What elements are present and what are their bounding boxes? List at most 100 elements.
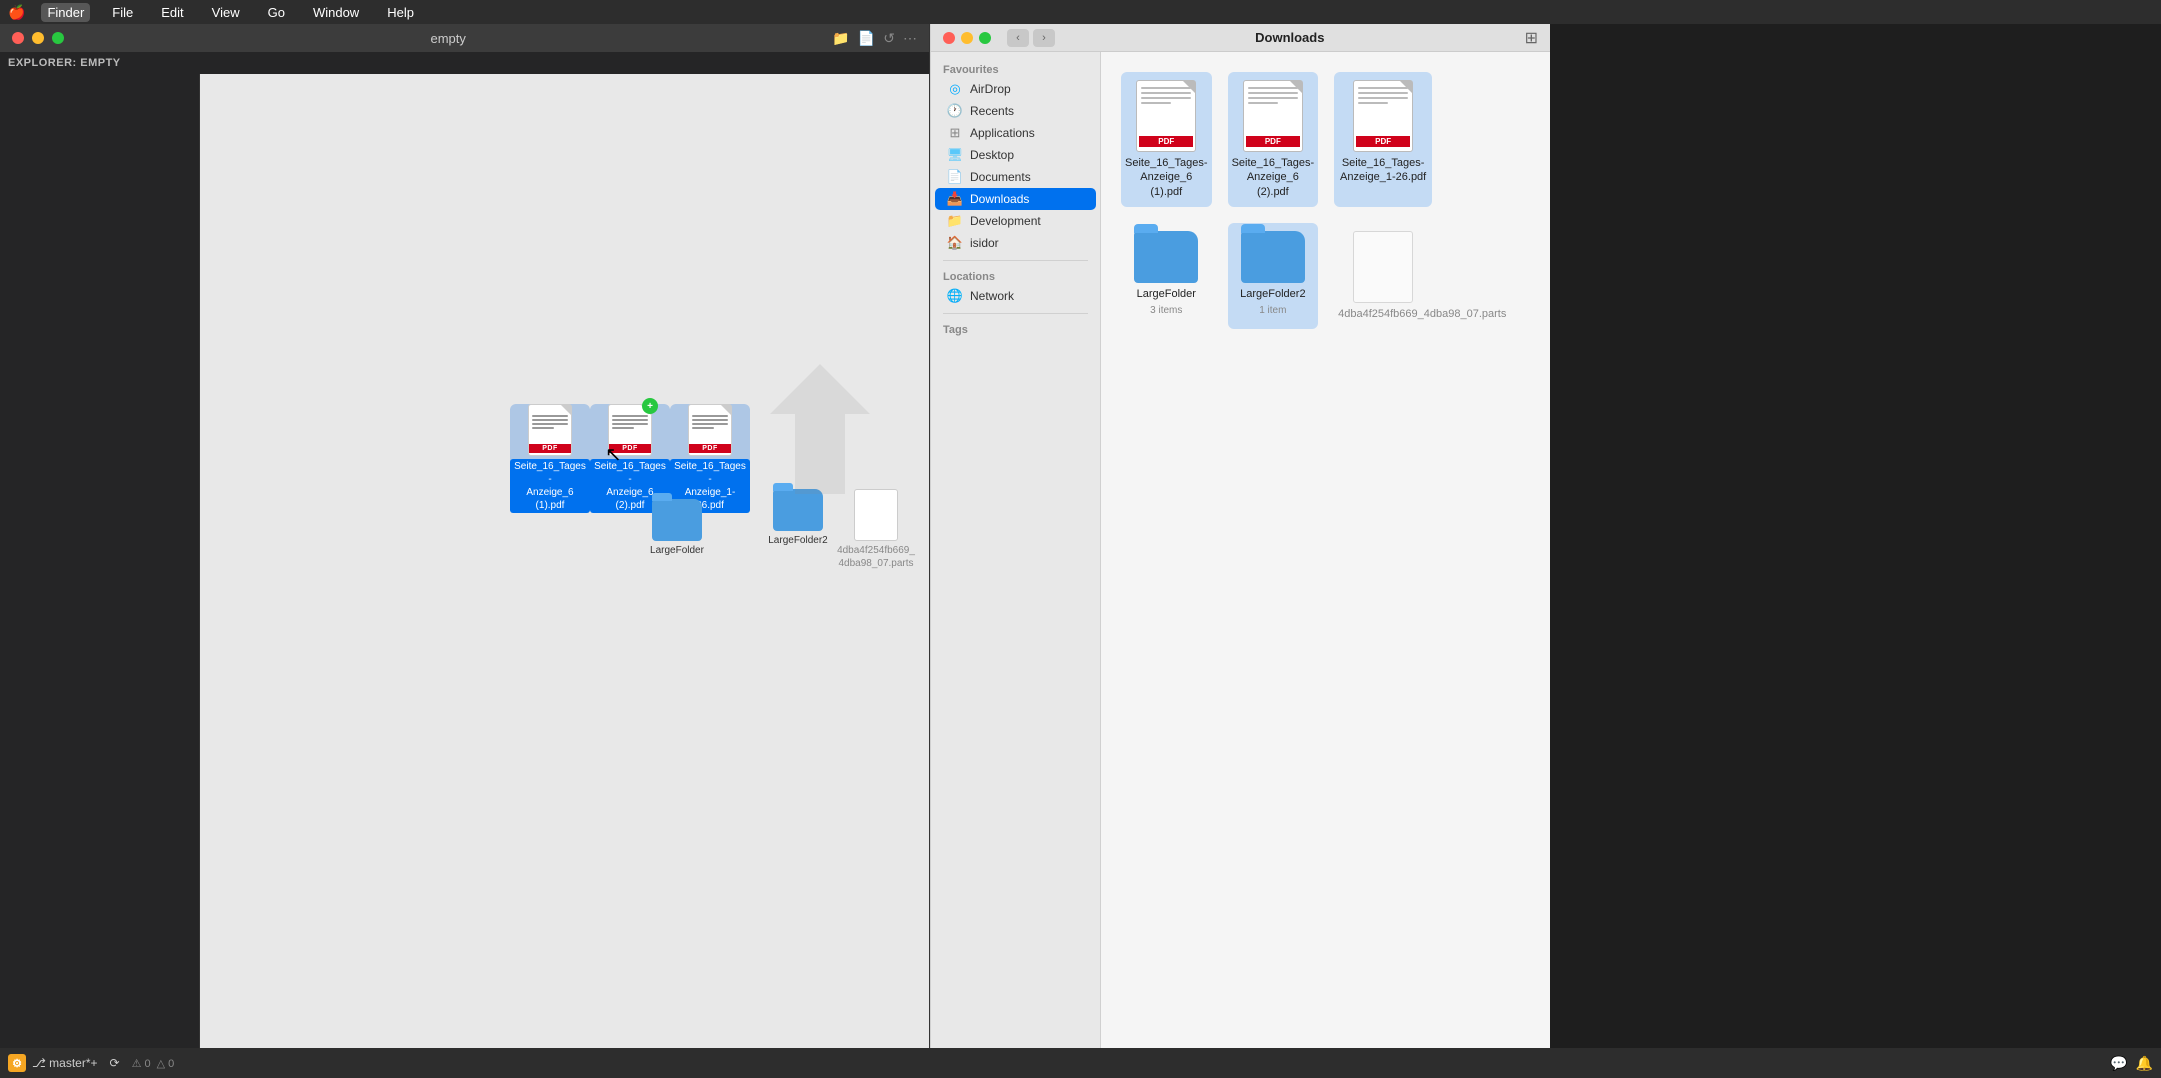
finder-folder1-sublabel: 3 items <box>1150 305 1182 316</box>
finder-tl-red[interactable] <box>943 32 955 44</box>
traffic-light-yellow[interactable] <box>32 32 44 44</box>
sidebar-item-applications[interactable]: ⊞ Applications <box>935 122 1096 144</box>
network-icon: 🌐 <box>947 288 963 304</box>
sidebar-item-downloads[interactable]: 📥 Downloads <box>935 188 1096 210</box>
taskbar-warnings-badge[interactable]: △ 0 <box>157 1057 175 1070</box>
pdf1-icon: PDF <box>528 404 572 456</box>
traffic-light-red[interactable] <box>12 32 24 44</box>
sidebar-separator <box>943 260 1088 261</box>
finder-pdf3[interactable]: PDF Seite_16_Tages-Anzeige_1-26.pdf <box>1334 72 1432 207</box>
taskbar-bell-icon[interactable]: 🔔 <box>2136 1055 2153 1072</box>
collapse-icon[interactable]: ⋯ <box>903 30 917 47</box>
finder-title: Downloads <box>1063 30 1517 45</box>
finder-folder2-label: LargeFolder2 <box>1240 287 1305 301</box>
pdf3-badge: PDF <box>689 444 731 453</box>
finder-drag-area[interactable]: PDF Seite_16_Tages-Anzeige_6 (1).pdf <box>200 74 929 1048</box>
finder-pdf2[interactable]: PDF Seite_16_Tages-Anzeige_6 (2).pdf <box>1228 72 1319 207</box>
taskbar-errors-badge[interactable]: ⚠ 0 <box>132 1057 151 1070</box>
vscode-content: PDF Seite_16_Tages-Anzeige_6 (1).pdf <box>0 74 929 1048</box>
apple-menu[interactable]: 🍎 <box>8 4 25 21</box>
menubar-window[interactable]: Window <box>307 3 365 22</box>
explorer-label: EXPLORER: EMPTY <box>8 57 121 69</box>
finder-tl-green[interactable] <box>979 32 991 44</box>
menubar-file[interactable]: File <box>106 3 139 22</box>
finder-pdf2-badge: PDF <box>1246 136 1300 147</box>
vscode-top-bar: EXPLORER: EMPTY <box>0 52 929 74</box>
sidebar-applications-label: Applications <box>970 126 1035 140</box>
vscode-sidebar <box>0 74 200 1048</box>
finder-partial-icon <box>1353 231 1413 303</box>
sidebar-item-documents[interactable]: 📄 Documents <box>935 166 1096 188</box>
sidebar-item-isidor[interactable]: 🏠 isidor <box>935 232 1096 254</box>
sidebar-development-label: Development <box>970 214 1041 228</box>
taskbar-vscode-icon: ⚙ <box>8 1054 26 1072</box>
sidebar-item-recents[interactable]: 🕐 Recents <box>935 100 1096 122</box>
finder-titlebar: ‹ › Downloads ⊞ <box>931 24 1550 52</box>
taskbar-branch-label[interactable]: ⎇ master*+ <box>32 1056 98 1070</box>
isidor-icon: 🏠 <box>947 235 963 251</box>
finder-folder1-icon <box>1134 231 1198 283</box>
menubar-help[interactable]: Help <box>381 3 420 22</box>
drag-pdf3[interactable]: PDF Seite_16_Tages-Anzeige_1-26.pdf <box>670 404 750 513</box>
finder-body: Favourites ◎ AirDrop 🕐 Recents ⊞ Applica… <box>931 52 1550 1048</box>
menubar-finder[interactable]: Finder <box>41 3 90 22</box>
drag-folder1[interactable]: LargeFolder <box>637 499 717 557</box>
taskbar-chat-icon[interactable]: 💬 <box>2110 1055 2127 1072</box>
traffic-light-green[interactable] <box>52 32 64 44</box>
drag-folder1-label: LargeFolder <box>650 544 704 557</box>
finder-nav-buttons: ‹ › <box>1007 29 1055 47</box>
finder-folder2[interactable]: LargeFolder2 1 item <box>1228 223 1319 329</box>
taskbar-branch-item: ⚙ ⎇ master*+ <box>8 1054 98 1072</box>
drag-folder1-icon <box>652 499 702 541</box>
finder-folder2-sublabel: 1 item <box>1259 305 1286 316</box>
main-area: empty 📁 📄 ↺ ⋯ EXPLORER: EMPTY <box>0 24 2161 1048</box>
finder-grid: PDF Seite_16_Tages-Anzeige_6 (1).pdf <box>1113 64 1538 337</box>
finder-folder1-label: LargeFolder <box>1137 287 1196 301</box>
sidebar-separator-2 <box>943 313 1088 314</box>
menubar-view[interactable]: View <box>206 3 246 22</box>
finder-partial-label: 4dba4f254fb669_4dba98_07.parts <box>1338 307 1428 321</box>
finder-view-btn[interactable]: ⊞ <box>1525 28 1538 48</box>
finder-partial[interactable]: 4dba4f254fb669_4dba98_07.parts <box>1334 223 1432 329</box>
finder-pdf1-badge: PDF <box>1139 136 1193 147</box>
refresh-icon[interactable]: ↺ <box>883 30 895 47</box>
new-file-icon[interactable]: 📄 <box>858 30 875 47</box>
pdf3-icon: PDF <box>688 404 732 456</box>
taskbar-sync-icon[interactable]: ⟳ <box>110 1056 120 1070</box>
menubar-go[interactable]: Go <box>262 3 291 22</box>
finder-back-btn[interactable]: ‹ <box>1007 29 1029 47</box>
menubar: 🍎 Finder File Edit View Go Window Help <box>0 0 2161 24</box>
finder-pdf2-icon: PDF <box>1243 80 1303 152</box>
finder-folder1[interactable]: LargeFolder 3 items <box>1121 223 1212 329</box>
sidebar-airdrop-label: AirDrop <box>970 82 1011 96</box>
taskbar-right: 💬 🔔 <box>2110 1055 2153 1072</box>
vscode-titlebar: empty 📁 📄 ↺ ⋯ <box>0 24 929 52</box>
sidebar-documents-label: Documents <box>970 170 1031 184</box>
vscode-panel: empty 📁 📄 ↺ ⋯ EXPLORER: EMPTY <box>0 24 930 1048</box>
sidebar-downloads-label: Downloads <box>970 192 1029 206</box>
finder-main: PDF Seite_16_Tages-Anzeige_6 (1).pdf <box>1101 52 1550 1048</box>
copy-badge: + <box>642 398 658 414</box>
downloads-icon: 📥 <box>947 191 963 207</box>
menubar-edit[interactable]: Edit <box>155 3 189 22</box>
finder-pdf1[interactable]: PDF Seite_16_Tages-Anzeige_6 (1).pdf <box>1121 72 1212 207</box>
pdf1-badge: PDF <box>529 444 571 453</box>
sidebar-item-network[interactable]: 🌐 Network <box>935 285 1096 307</box>
favourites-header: Favourites <box>931 60 1100 78</box>
finder-tl-yellow[interactable] <box>961 32 973 44</box>
sidebar-item-development[interactable]: 📁 Development <box>935 210 1096 232</box>
finder-forward-btn[interactable]: › <box>1033 29 1055 47</box>
finder-pdf1-icon: PDF <box>1136 80 1196 152</box>
taskbar-errors-item: ⚠ 0 △ 0 <box>132 1057 175 1070</box>
finder-folder2-icon <box>1241 231 1305 283</box>
taskbar: ⚙ ⎇ master*+ ⟳ ⚠ 0 △ 0 💬 🔔 <box>0 1048 2161 1078</box>
sidebar-recents-label: Recents <box>970 104 1014 118</box>
vscode-toolbar-icons: 📁 📄 ↺ ⋯ <box>832 30 917 47</box>
sidebar-item-desktop[interactable]: 🖥 Desktop <box>935 144 1096 166</box>
recents-icon: 🕐 <box>947 103 963 119</box>
finder-window: ‹ › Downloads ⊞ Favourites ◎ AirDrop 🕐 R… <box>930 24 1550 1048</box>
drag-pdf1[interactable]: PDF Seite_16_Tages-Anzeige_6 (1).pdf <box>510 404 590 513</box>
new-folder-icon[interactable]: 📁 <box>832 30 849 47</box>
sidebar-item-airdrop[interactable]: ◎ AirDrop <box>935 78 1096 100</box>
sidebar-network-label: Network <box>970 289 1014 303</box>
